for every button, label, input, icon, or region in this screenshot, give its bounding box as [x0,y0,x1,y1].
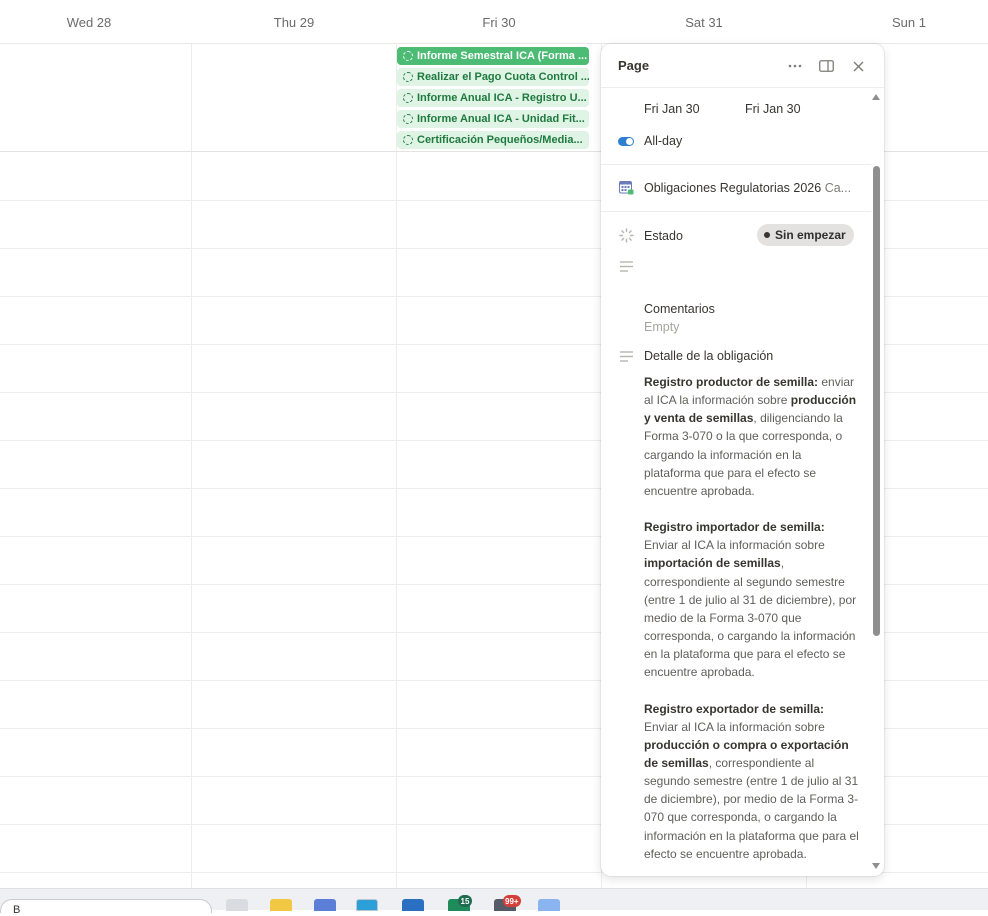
day-header-thu[interactable]: Thu 29 [191,0,397,44]
status-label: Estado [644,229,683,243]
status-badge[interactable]: Sin empezar [757,224,854,246]
divider [601,164,871,165]
day-header-wed[interactable]: Wed 28 [0,0,192,44]
status-ring-icon [403,114,413,124]
text-lines-icon [619,259,634,274]
taskbar-app-icon[interactable] [538,899,560,911]
panel-title: Page [618,58,650,73]
status-ring-icon [403,51,413,61]
allday-toggle[interactable] [618,137,634,146]
database-suffix: Ca... [824,181,852,195]
status-dot [764,232,770,238]
detail-text-part: Enviar al ICA la información sobre [644,719,825,734]
detail-heading: Registro exportador de semilla: [644,701,825,716]
day-header-sun[interactable]: Sun 1 [806,0,988,44]
status-ring-icon [403,72,413,82]
taskbar-app-icon[interactable] [314,899,336,911]
end-date[interactable]: Fri Jan 30 [745,102,801,116]
taskbar-search-text: B [13,904,21,916]
event-title: Realizar el Pago Cuota Control ... [417,71,589,83]
event-title: Informe Anual ICA - Unidad Fit... [417,113,585,125]
browser-icon[interactable] [356,899,378,911]
day-header-fri[interactable]: Fri 30 [396,0,602,44]
detail-text-part: , correspondiente al segundo semestre (e… [644,556,857,680]
detail-heading: Registro productor de semilla: [644,375,819,389]
detail-paragraph: Registro exportador de semilla: Enviar a… [644,700,859,863]
database-link[interactable]: Obligaciones Regulatorias 2026 Ca... [644,181,851,195]
database-name: Obligaciones Regulatorias 2026 [644,181,822,195]
detail-paragraph: Registro importador de semilla: Enviar a… [644,518,859,681]
calendar-event[interactable]: Certificación Pequeños/Media... [397,131,589,149]
scrollbar-thumb[interactable] [873,166,880,636]
database-calendar-icon [619,180,634,195]
detail-emphasis: importación de semillas [644,556,781,571]
detail-text-part: , correspondiente al segundo semestre (e… [644,755,859,861]
taskbar-app-icon[interactable] [226,899,248,911]
column-divider [191,44,192,888]
close-icon[interactable] [850,58,866,74]
taskbar: B 15 99+ [0,888,988,916]
detail-text[interactable]: Registro productor de semilla: enviar al… [644,373,859,876]
event-title: Informe Semestral ICA (Forma ... [417,50,588,62]
detail-heading: Registro importador de semilla: [644,520,825,535]
folder-icon[interactable] [270,899,292,911]
calendar-event[interactable]: Informe Anual ICA - Unidad Fit... [397,110,589,128]
status-value: Sin empezar [775,228,846,242]
status-loader-icon [619,228,634,243]
more-icon[interactable] [787,58,803,74]
notification-badge: 99+ [503,895,521,907]
detail-paragraph: Registro productor de semilla: enviar al… [644,373,859,500]
panel-body: Fri Jan 30 Fri Jan 30 All-day Obligacion… [601,88,871,876]
day-header-sat[interactable]: Sat 31 [601,0,807,44]
sidepeek-icon[interactable] [818,58,834,74]
taskbar-search[interactable]: B [0,899,212,916]
notification-badge: 15 [458,895,472,907]
calendar-event[interactable]: Informe Anual ICA - Registro U... [397,89,589,107]
store-icon[interactable] [402,899,424,911]
calendar-event[interactable]: Realizar el Pago Cuota Control ... [397,68,589,86]
scroll-up-arrow[interactable] [872,94,880,100]
calendar-event[interactable]: Informe Semestral ICA (Forma ... [397,47,589,65]
start-date[interactable]: Fri Jan 30 [644,102,700,116]
comments-label: Comentarios [644,302,715,316]
text-lines-icon [619,349,634,364]
status-ring-icon [403,93,413,103]
comments-empty-value[interactable]: Empty [644,320,679,334]
panel-header: Page [601,44,884,88]
detail-text-part: Enviar al ICA la información sobre [644,538,825,553]
column-divider [396,44,397,888]
event-title: Certificación Pequeños/Media... [417,134,583,146]
event-title: Informe Anual ICA - Registro U... [417,92,587,104]
allday-label: All-day [644,134,683,148]
status-ring-icon [403,135,413,145]
page-peek-panel: Page Fri Jan 30 Fri Jan 30 All-day Oblig… [601,44,884,876]
scroll-down-arrow[interactable] [872,863,880,869]
divider [601,211,871,212]
detail-label: Detalle de la obligación [644,349,774,363]
